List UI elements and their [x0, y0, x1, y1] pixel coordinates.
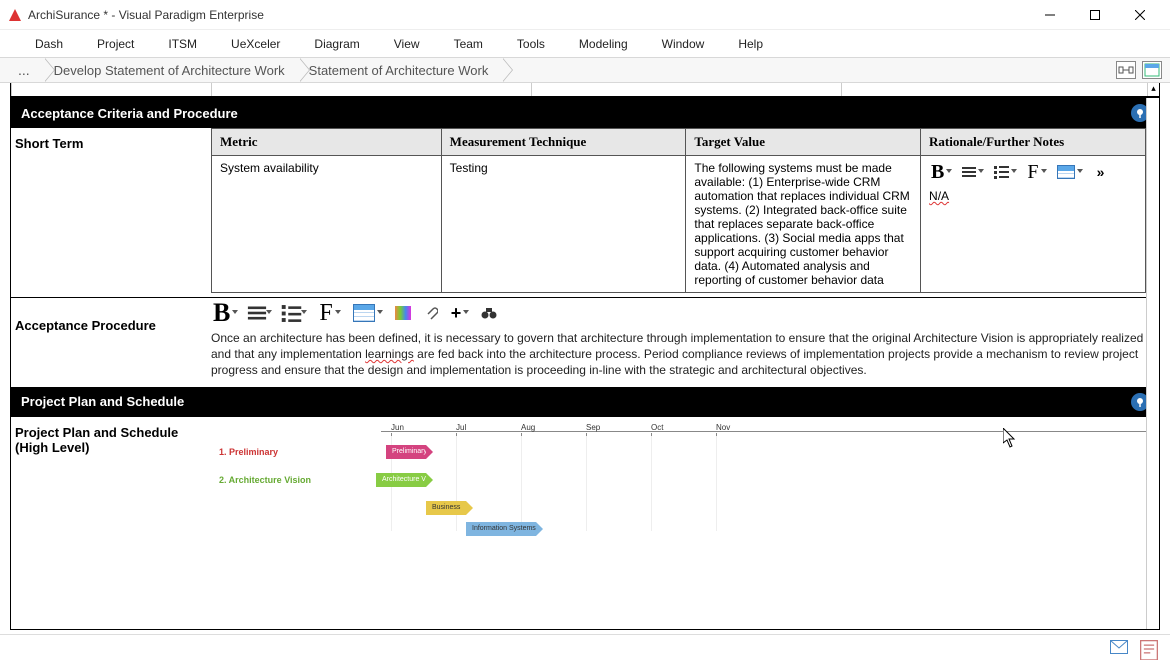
window-title: ArchiSurance * - Visual Paradigm Enterpr… — [28, 8, 1027, 22]
status-bar — [0, 634, 1170, 658]
tick-sep: Sep — [586, 423, 600, 432]
bold-button[interactable]: B — [211, 302, 240, 324]
short-term-row: Short Term Metric Measurement Technique … — [11, 128, 1159, 293]
cell-toolbar: B F » — [929, 161, 1137, 183]
gantt-row-2-label: 2. Architecture Vision — [219, 475, 311, 485]
mail-icon[interactable] — [1110, 640, 1128, 654]
cell-technique[interactable]: Testing — [441, 156, 686, 293]
criteria-heading-text: Acceptance Criteria and Procedure — [21, 106, 238, 121]
gantt-bar-4[interactable]: Information Systems — [466, 522, 536, 536]
col-measurement: Measurement Technique — [441, 129, 686, 156]
procedure-row: Acceptance Procedure B F + Once an archi… — [11, 297, 1159, 387]
plan-heading-text: Project Plan and Schedule — [21, 394, 184, 409]
minimize-button[interactable] — [1027, 0, 1072, 30]
menu-view[interactable]: View — [377, 33, 437, 55]
table-row[interactable]: System availability Testing The followin… — [212, 156, 1146, 293]
cell-rationale-text: N/A — [929, 189, 949, 203]
menu-project[interactable]: Project — [80, 33, 151, 55]
font-button[interactable]: F — [1025, 161, 1048, 183]
tick-jun: Jun — [391, 423, 404, 432]
procedure-text-squig: learnings — [365, 347, 414, 361]
gantt-row-2[interactable]: 2. Architecture Vision Architecture Vi..… — [211, 469, 1146, 495]
breadcrumb-row: ... Develop Statement of Architecture Wo… — [0, 57, 1170, 83]
menu-modeling[interactable]: Modeling — [562, 33, 645, 55]
breadcrumb-item-statement[interactable]: Statement of Architecture Work — [289, 58, 503, 82]
gantt-row-4[interactable]: Information Systems — [211, 518, 1146, 544]
cell-rationale[interactable]: B F » N/A — [921, 156, 1146, 293]
menu-window[interactable]: Window — [645, 33, 722, 55]
note-icon[interactable] — [1140, 640, 1158, 654]
align-button[interactable] — [960, 161, 986, 183]
tool-icon-b[interactable] — [1142, 61, 1162, 79]
tick-oct: Oct — [651, 423, 663, 432]
menu-itsm[interactable]: ITSM — [151, 33, 214, 55]
tick-aug: Aug — [521, 423, 535, 432]
col-rationale: Rationale/Further Notes — [921, 129, 1146, 156]
menu-team[interactable]: Team — [437, 33, 500, 55]
procedure-text[interactable]: Once an architecture has been defined, i… — [211, 328, 1146, 387]
menubar: Dash Project ITSM UeXceler Diagram View … — [0, 30, 1170, 57]
color-button[interactable] — [393, 302, 413, 324]
content-pane: Acceptance Criteria and Procedure Short … — [10, 97, 1160, 630]
bold-button[interactable]: B — [929, 161, 954, 183]
menu-dash[interactable]: Dash — [18, 33, 80, 55]
maximize-button[interactable] — [1072, 0, 1117, 30]
gantt-row-1[interactable]: 1. Preliminary Preliminary — [211, 441, 1146, 467]
plan-heading: Project Plan and Schedule — [11, 387, 1159, 417]
gantt-row-1-label: 1. Preliminary — [219, 447, 278, 457]
plan-label-1: Project Plan and Schedule — [15, 425, 207, 440]
list-button[interactable] — [282, 302, 309, 324]
plan-row: Project Plan and Schedule (High Level) J… — [11, 417, 1159, 531]
menu-diagram[interactable]: Diagram — [297, 33, 376, 55]
find-button[interactable] — [479, 302, 499, 324]
gantt-chart[interactable]: Jun Jul Aug Sep Oct Nov 1. Preliminary P… — [211, 421, 1146, 531]
list-button[interactable] — [992, 161, 1019, 183]
ruler: ▴ — [10, 83, 1160, 97]
criteria-table: Metric Measurement Technique Target Valu… — [211, 128, 1146, 293]
close-button[interactable] — [1117, 0, 1162, 30]
table-button[interactable] — [1055, 161, 1085, 183]
more-button[interactable]: » — [1091, 161, 1111, 183]
plan-label: Project Plan and Schedule (High Level) — [11, 417, 211, 531]
titlebar: ArchiSurance * - Visual Paradigm Enterpr… — [0, 0, 1170, 30]
plan-label-2: (High Level) — [15, 440, 207, 455]
align-button[interactable] — [248, 302, 274, 324]
col-target: Target Value — [686, 129, 921, 156]
menu-uexceler[interactable]: UeXceler — [214, 33, 297, 55]
app-logo-icon — [8, 8, 22, 22]
scrollbar[interactable] — [1146, 98, 1159, 629]
col-metric: Metric — [212, 129, 442, 156]
tick-jul: Jul — [456, 423, 466, 432]
cell-target[interactable]: The following systems must be made avail… — [686, 156, 921, 293]
attach-button[interactable] — [421, 302, 441, 324]
scroll-up-icon[interactable]: ▴ — [1147, 83, 1159, 96]
menu-help[interactable]: Help — [721, 33, 780, 55]
tick-nov: Nov — [716, 423, 730, 432]
procedure-label: Acceptance Procedure — [11, 298, 211, 387]
short-term-label: Short Term — [11, 128, 211, 293]
gantt-bar-1[interactable]: Preliminary — [386, 445, 426, 459]
insert-button[interactable]: + — [449, 302, 472, 324]
table-button[interactable] — [351, 302, 385, 324]
tool-icon-a[interactable] — [1116, 61, 1136, 79]
gantt-bar-2[interactable]: Architecture Vi... — [376, 473, 426, 487]
breadcrumb-item-develop[interactable]: Develop Statement of Architecture Work — [34, 58, 299, 82]
menu-tools[interactable]: Tools — [500, 33, 562, 55]
font-button[interactable]: F — [317, 302, 342, 324]
gantt-bar-3[interactable]: Business — [426, 501, 466, 515]
criteria-heading: Acceptance Criteria and Procedure — [11, 98, 1159, 128]
procedure-toolbar: B F + — [211, 298, 1146, 328]
cell-metric[interactable]: System availability — [212, 156, 442, 293]
